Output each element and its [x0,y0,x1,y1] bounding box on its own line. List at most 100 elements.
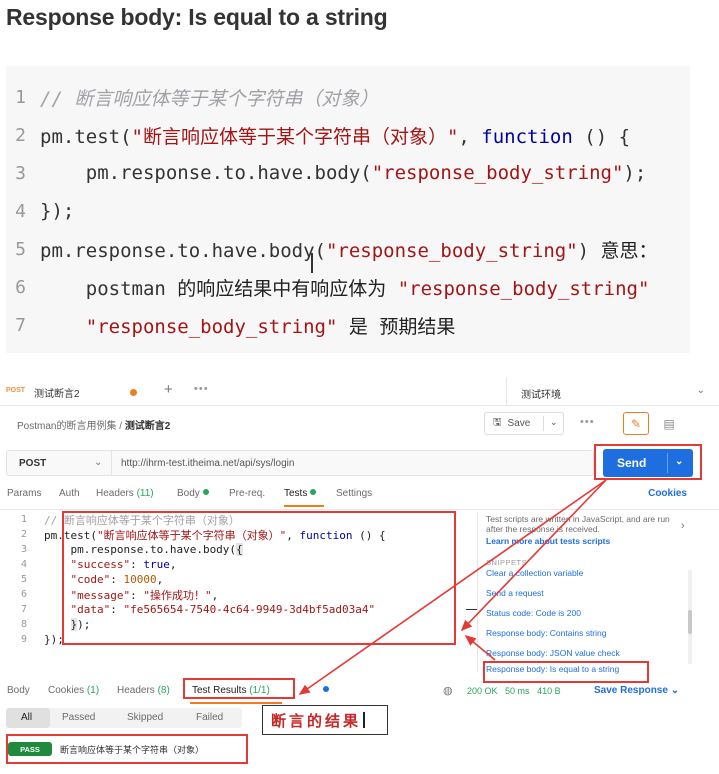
chevron-down-icon: ⌄ [696,385,705,396]
code-text: }); [40,200,74,222]
snippet-item[interactable]: Response body: Contains string [486,628,607,638]
breadcrumb-separator: / [119,421,123,432]
code-token: 意思： [600,239,658,262]
code-token: "response_body_string" [397,277,650,300]
chevron-down-icon[interactable]: ⌄ [94,457,102,468]
breadcrumb-collection[interactable]: Postman的断言用例集 [17,421,116,432]
tab-request-name[interactable]: 测试断言2 [34,385,80,400]
request-tabs: Params Auth Headers (11) Body Pre-req. T… [0,486,719,508]
url-input[interactable]: http://ihrm-test.itheima.net/api/sys/log… [121,458,294,469]
code-line: 2 pm.test("断言响应体等于某个字符串（对象）", function ()… [6,116,630,154]
line-number: 3 [15,162,26,184]
tab-response-body[interactable]: Body [7,685,30,696]
code-text: // 断言响应体等于某个字符串（对象） [40,84,378,111]
line-number: 6 [15,276,26,298]
headers-count: (11) [136,488,154,499]
save-label: Save [507,418,531,429]
filter-all[interactable]: All [21,712,32,723]
test-results-filter: All Passed Skipped Failed [6,708,242,728]
highlight-result-box [6,734,248,764]
documentation-icon[interactable]: ▤ [656,412,682,435]
tab-body[interactable]: Body [177,488,209,499]
line-number: 5 [15,238,26,260]
globe-icon[interactable]: ◍ [443,684,453,697]
snippet-item[interactable]: Response body: JSON value check [486,648,620,658]
code-token: }); [44,633,64,646]
more-options-button[interactable]: ••• [580,416,595,428]
code-text: postman 的响应结果中有响应体为 "response_body_strin… [40,274,650,301]
cursor-dot-icon [323,686,329,692]
line-number: 5 [20,574,27,585]
chevron-down-icon[interactable]: ⌄ [550,417,558,428]
active-tab-indicator [190,702,282,704]
code-text: pm.test("断言响应体等于某个字符串（对象）", function () … [40,122,630,149]
code-token: ); [623,162,647,184]
response-size: 410 B [537,686,561,696]
code-line: 1 // 断言响应体等于某个字符串（对象） [6,78,378,116]
snippet-item[interactable]: Send a request [486,588,544,598]
highlight-send-box [594,444,702,480]
tab-headers[interactable]: Headers (11) [96,488,154,499]
code-line: 6 postman 的响应结果中有响应体为 "response_body_str… [6,268,649,306]
filter-skipped[interactable]: Skipped [127,712,163,723]
code-line: 3 pm.response.to.have.body("response_bod… [6,154,646,192]
line-number: 8 [20,619,27,630]
line-number: 7 [15,314,26,336]
line-number: 1 [15,86,26,108]
code-token: ) [577,239,601,262]
tab-auth[interactable]: Auth [59,488,80,499]
tab-settings[interactable]: Settings [336,488,372,499]
line-number: 6 [20,589,27,600]
code-token: postman [40,277,178,300]
snippets-description: Test scripts are written in JavaScript, … [486,514,670,534]
save-response-button[interactable]: Save Response ⌄ [594,685,679,696]
line-number: 1 [20,514,27,525]
snippets-heading: SNIPPETS [486,558,528,567]
tab-response-cookies[interactable]: Cookies (1) [48,685,99,696]
tab-more-button[interactable]: ••• [194,383,209,395]
highlight-snippet-box [483,661,649,683]
snippet-item[interactable]: Clear a collection variable [486,568,583,578]
code-token: pm.test( [40,125,132,148]
tab-pre-request[interactable]: Pre-req. [229,488,265,499]
learn-more-link[interactable]: Learn more about tests scripts [486,536,610,546]
snippet-item[interactable]: Status code: Code is 200 [486,608,581,618]
code-line: 7 "response_body_string" 是 预期结果 [6,306,455,344]
code-line: 4}); [6,192,74,230]
code-text: pm.response.to.have.body("response_body_… [40,236,658,263]
body-indicator-icon [202,489,209,495]
code-token: // 断言响应体等于某个字符串（对象） [40,87,379,110]
line-number: 7 [20,604,27,615]
filter-failed[interactable]: Failed [196,712,223,723]
environment-selector[interactable]: 测试环境 ⌄ [506,378,719,406]
save-icon: 🖫 [493,417,502,428]
edit-pencil-icon[interactable]: ✎ [623,412,649,435]
tab-tests[interactable]: Tests [284,488,317,499]
tab-params[interactable]: Params [7,488,41,499]
new-tab-button[interactable]: + [164,381,173,398]
method-select[interactable]: POST [19,458,46,469]
breadcrumb: Postman的断言用例集 / 测试断言2 [17,417,170,432]
page-title: Response body: Is equal to a string [6,4,388,30]
sidebar-scrollbar-thumb[interactable] [688,610,692,634]
response-status: 200 OK 50 ms 410 B [467,686,561,696]
line-number: 4 [20,559,27,570]
status-code: 200 OK [467,686,498,696]
code-token: , [458,125,482,148]
code-token: 是 预期结果 [337,315,456,338]
environment-name: 测试环境 [521,390,561,401]
text-cursor-icon [311,253,313,273]
save-button[interactable]: 🖫 Save ⌄ [484,412,564,435]
request-tab-bar: POST 测试断言2 + ••• 测试环境 ⌄ [0,378,719,406]
chevron-right-icon[interactable]: › [681,520,685,532]
unsaved-dot-icon [130,389,137,396]
conclusion-annotation: 断言的结果 [262,705,388,735]
response-tabs: Body Cookies (1) Headers (8) Test Result… [0,682,719,704]
code-token: "response_body_string" [371,162,624,184]
filter-passed[interactable]: Passed [62,712,95,723]
line-number: 3 [20,544,27,555]
code-token: pm.response.to.have.body( [40,162,372,184]
cookies-link[interactable]: Cookies [648,488,687,499]
tab-response-headers[interactable]: Headers (8) [117,685,170,696]
